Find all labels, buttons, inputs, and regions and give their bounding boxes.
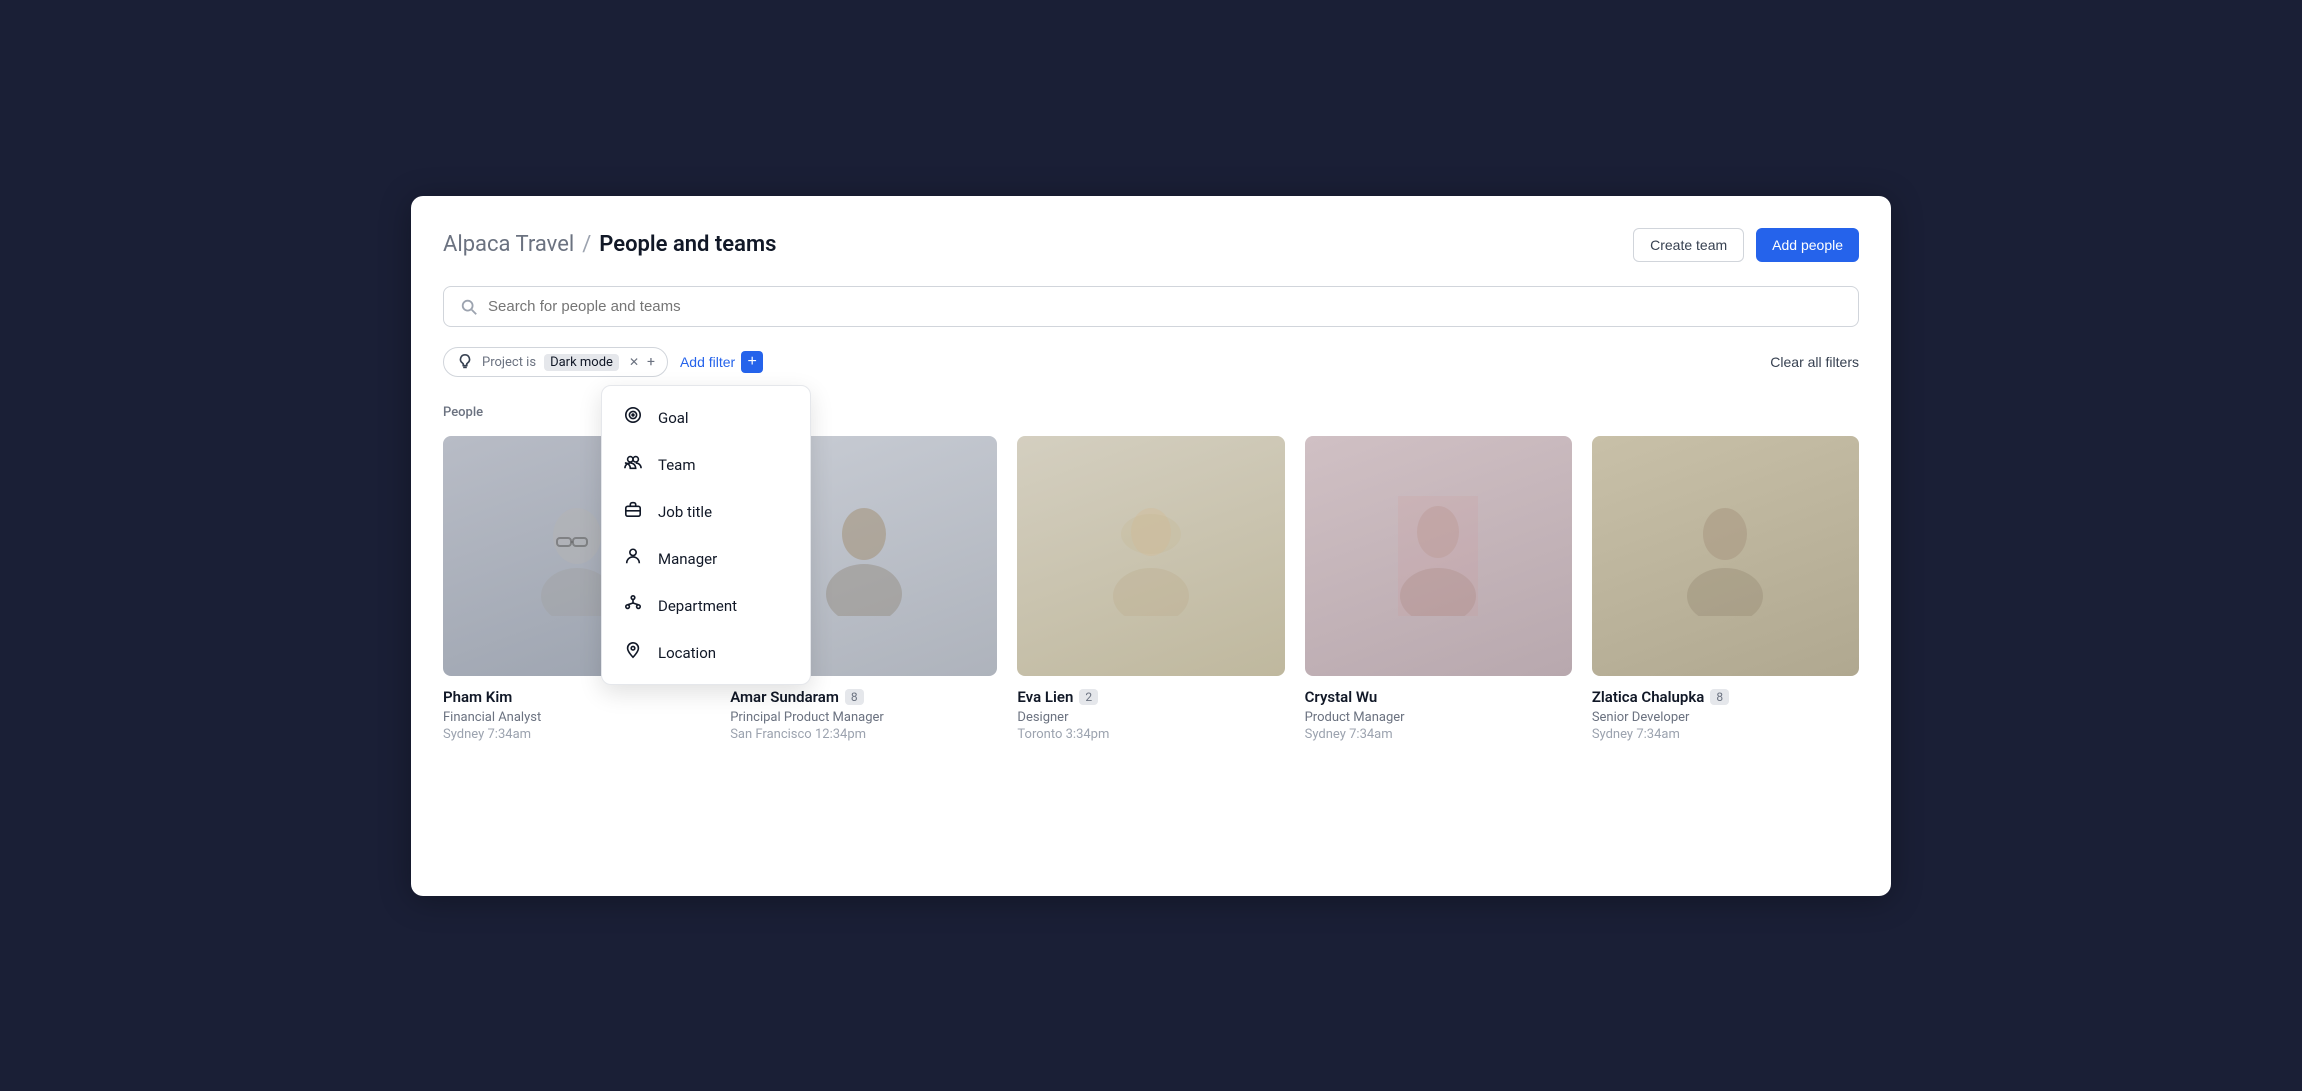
filter-chip-add[interactable]: + — [647, 354, 655, 370]
dropdown-item-manager[interactable]: Manager — [602, 535, 810, 582]
person-name-amar: Amar Sundaram 8 — [730, 688, 997, 706]
filter-chip-project: Project is Dark mode ✕ + — [443, 347, 668, 377]
avatar-eva — [1017, 436, 1284, 676]
person-name-zlatica: Zlatica Chalupka 8 — [1592, 688, 1859, 706]
person-role-zlatica: Senior Developer — [1592, 710, 1859, 725]
person-role-crystal: Product Manager — [1305, 710, 1572, 725]
team-icon — [622, 453, 644, 476]
filter-bar: Project is Dark mode ✕ + Add filter + Cl… — [443, 347, 1859, 377]
search-bar — [443, 286, 1859, 328]
search-input[interactable] — [488, 298, 1842, 315]
dropdown-item-job-title[interactable]: Job title — [602, 488, 810, 535]
filter-dropdown: Goal Team — [601, 385, 811, 685]
person-role-amar: Principal Product Manager — [730, 710, 997, 725]
person-name-eva: Eva Lien 2 — [1017, 688, 1284, 706]
person-card-eva[interactable]: Eva Lien 2 Designer Toronto 3:34pm — [1017, 436, 1284, 742]
person-loc-eva: Toronto 3:34pm — [1017, 727, 1284, 742]
badge-eva: 2 — [1079, 689, 1098, 705]
header-title: Alpaca Travel / People and teams — [443, 232, 776, 257]
avatar-zlatica — [1592, 436, 1859, 676]
search-icon — [460, 297, 478, 317]
briefcase-icon — [622, 500, 644, 523]
person-role-eva: Designer — [1017, 710, 1284, 725]
header: Alpaca Travel / People and teams Create … — [443, 228, 1859, 262]
person-loc-zlatica: Sydney 7:34am — [1592, 727, 1859, 742]
person-loc-crystal: Sydney 7:34am — [1305, 727, 1572, 742]
badge-amar: 8 — [845, 689, 864, 705]
dropdown-item-department-label: Department — [658, 597, 737, 615]
breadcrumb-separator: / — [582, 232, 591, 257]
person-name-crystal: Crystal Wu — [1305, 688, 1572, 706]
dropdown-item-location[interactable]: Location — [602, 629, 810, 676]
person-loc-amar: San Francisco 12:34pm — [730, 727, 997, 742]
header-actions: Create team Add people — [1633, 228, 1859, 262]
person-name-pham-kim: Pham Kim — [443, 688, 710, 706]
page-title: People and teams — [599, 232, 776, 257]
person-card-crystal[interactable]: Crystal Wu Product Manager Sydney 7:34am — [1305, 436, 1572, 742]
dropdown-item-team[interactable]: Team — [602, 441, 810, 488]
goal-icon — [622, 406, 644, 429]
add-people-button[interactable]: Add people — [1756, 228, 1859, 262]
add-filter-plus-icon: + — [741, 351, 763, 373]
person-loc-pham-kim: Sydney 7:34am — [443, 727, 710, 742]
dropdown-item-goal[interactable]: Goal — [602, 394, 810, 441]
app-name: Alpaca Travel — [443, 232, 574, 257]
app-window: Alpaca Travel / People and teams Create … — [411, 196, 1891, 896]
add-filter-button[interactable]: Add filter + — [680, 351, 763, 373]
filter-chip-label: Project is — [482, 355, 536, 370]
create-team-button[interactable]: Create team — [1633, 228, 1744, 262]
filter-icon — [456, 353, 474, 371]
person-card-zlatica[interactable]: Zlatica Chalupka 8 Senior Developer Sydn… — [1592, 436, 1859, 742]
dropdown-item-location-label: Location — [658, 644, 716, 662]
dropdown-item-manager-label: Manager — [658, 550, 717, 568]
dropdown-item-goal-label: Goal — [658, 409, 689, 427]
add-filter-label: Add filter — [680, 354, 735, 370]
filter-chip-value: Dark mode — [544, 354, 619, 371]
dropdown-item-jobtitle-label: Job title — [658, 503, 712, 521]
location-icon — [622, 641, 644, 664]
dropdown-item-department[interactable]: Department — [602, 582, 810, 629]
clear-all-filters-button[interactable]: Clear all filters — [1770, 354, 1859, 370]
dropdown-item-team-label: Team — [658, 456, 696, 474]
avatar-crystal — [1305, 436, 1572, 676]
department-icon — [622, 594, 644, 617]
manager-icon — [622, 547, 644, 570]
filter-chip-remove[interactable]: ✕ — [629, 355, 639, 369]
person-role-pham-kim: Financial Analyst — [443, 710, 710, 725]
badge-zlatica: 8 — [1710, 689, 1729, 705]
